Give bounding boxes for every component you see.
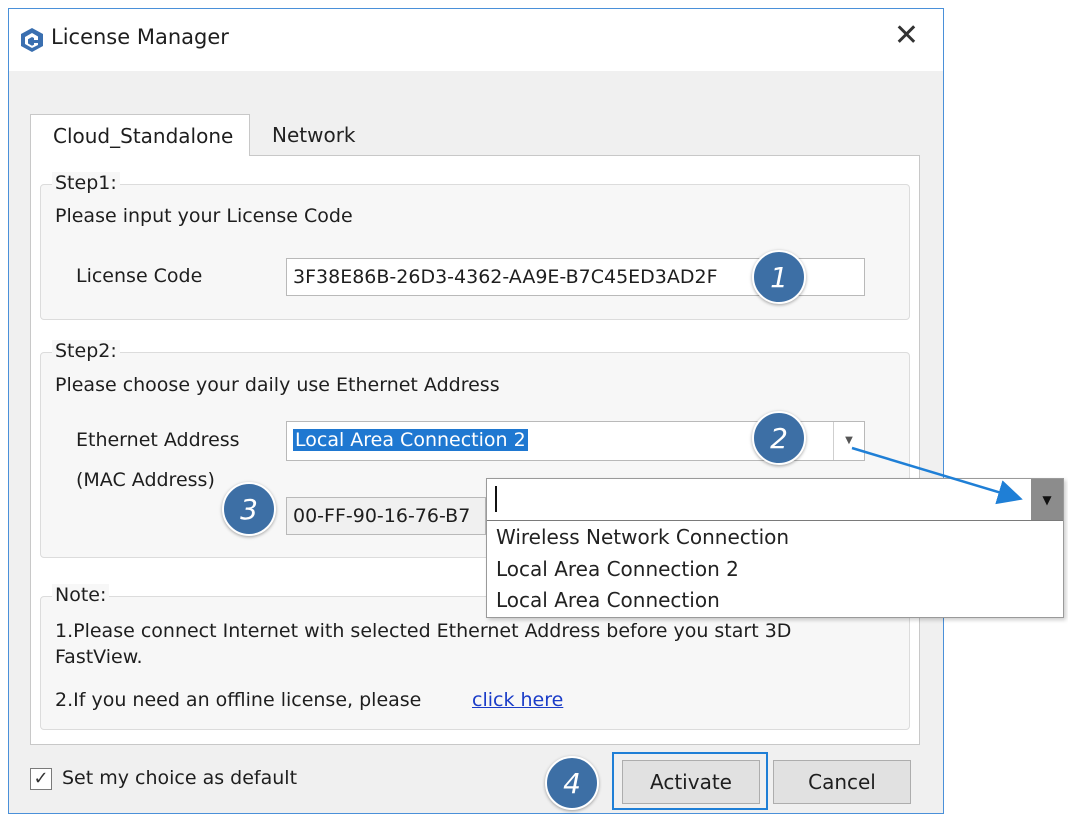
- app-logo-icon: [21, 28, 43, 52]
- ethernet-selected-value: Local Area Connection 2: [293, 429, 528, 451]
- step1-instruction: Please input your License Code: [55, 205, 353, 227]
- title-bar: License Manager ✕: [9, 9, 943, 71]
- step-badge-2: 2: [752, 411, 806, 465]
- dropdown-option-lan[interactable]: Local Area Connection: [496, 588, 720, 612]
- step2-instruction: Please choose your daily use Ethernet Ad…: [55, 374, 500, 396]
- note-line1: 1.Please connect Internet with selected …: [55, 620, 792, 642]
- checkbox-label: Set my choice as default: [62, 767, 298, 789]
- step1-legend: Step1:: [52, 172, 120, 194]
- dropdown-option-lan2[interactable]: Local Area Connection 2: [496, 557, 739, 581]
- note-line2: 2.If you need an offline license, please: [55, 689, 422, 711]
- note-legend: Note:: [52, 584, 110, 606]
- text-cursor: [495, 486, 497, 512]
- note-line1-continued: FastView.: [55, 646, 143, 668]
- mac-address-field: 00-FF-90-16-76-B7: [286, 497, 486, 535]
- ethernet-dropdown-popup: ▼ Wireless Network Connection Local Area…: [486, 478, 1064, 618]
- dropdown-input[interactable]: [487, 479, 1063, 521]
- window-title: License Manager: [51, 25, 229, 49]
- license-code-label: License Code: [76, 265, 203, 287]
- dropdown-option-wireless[interactable]: Wireless Network Connection: [496, 525, 789, 549]
- tab-network[interactable]: Network: [250, 114, 380, 156]
- ethernet-address-label: Ethernet Address: [76, 429, 240, 451]
- close-icon[interactable]: ✕: [894, 21, 919, 51]
- default-choice-checkbox[interactable]: ✓: [30, 768, 52, 790]
- dropdown-arrow-icon[interactable]: ▼: [1031, 479, 1063, 520]
- step-badge-4: 4: [545, 756, 599, 810]
- offline-license-link[interactable]: click here: [472, 689, 563, 711]
- step2-legend: Step2:: [52, 340, 120, 362]
- chevron-down-icon[interactable]: ▼: [833, 422, 864, 460]
- activate-button[interactable]: Activate: [622, 760, 760, 804]
- cancel-button[interactable]: Cancel: [773, 760, 911, 804]
- step-badge-1: 1: [752, 250, 806, 304]
- tab-cloud-standalone[interactable]: Cloud_Standalone: [30, 114, 250, 156]
- mac-address-label: (MAC Address): [76, 469, 215, 491]
- step-badge-3: 3: [222, 482, 276, 536]
